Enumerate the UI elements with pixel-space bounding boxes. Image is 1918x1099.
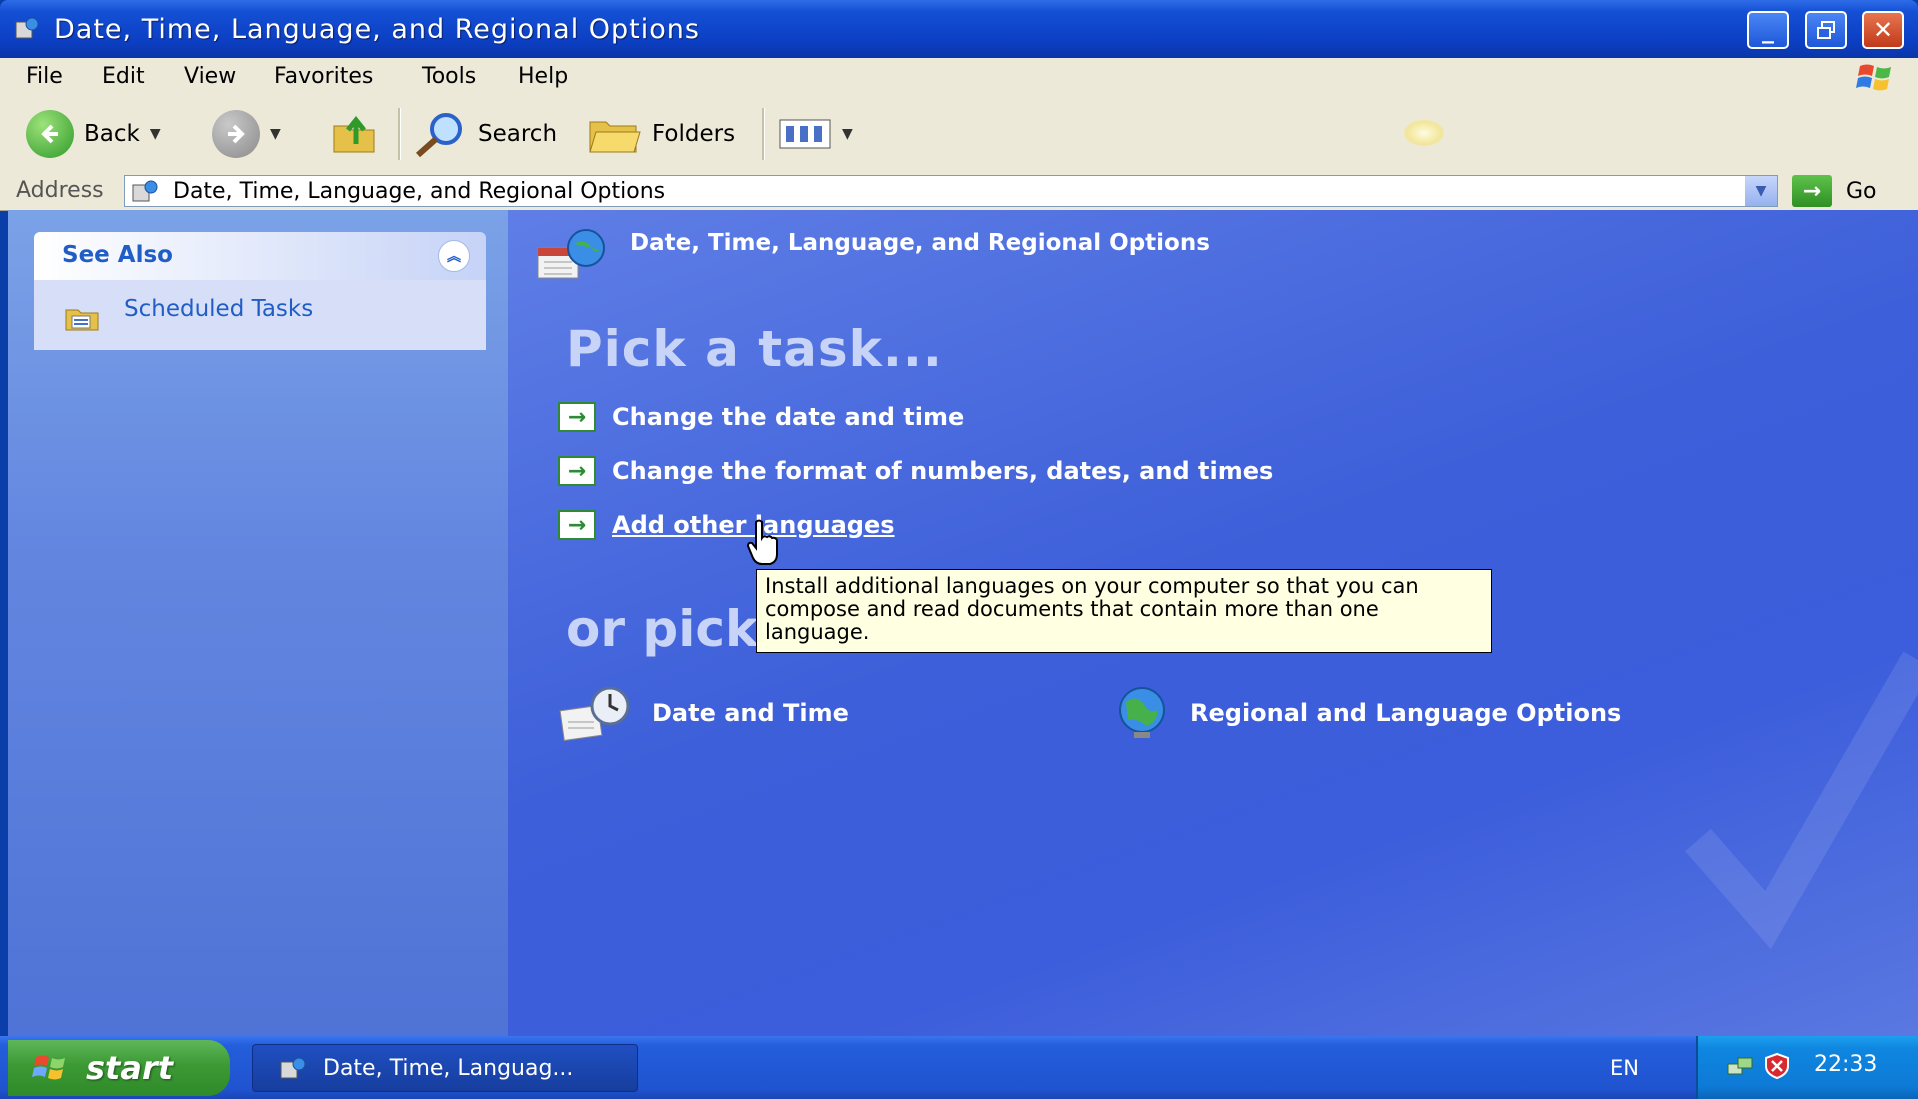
date-and-time-label: Date and Time <box>652 699 849 727</box>
task-arrow-icon: → <box>558 402 596 432</box>
menu-view[interactable]: View <box>184 64 236 89</box>
folders-button[interactable]: Folders <box>588 110 735 158</box>
clock: 22:33 <box>1814 1052 1878 1077</box>
menu-tools[interactable]: Tools <box>422 64 476 89</box>
address-value: Date, Time, Language, and Regional Optio… <box>173 179 666 204</box>
up-folder-button[interactable] <box>332 110 378 158</box>
task-add-other-languages[interactable]: → Add other languages <box>558 510 895 540</box>
views-dropdown-icon[interactable]: ▼ <box>842 126 853 142</box>
menu-edit[interactable]: Edit <box>102 64 145 89</box>
menu-favorites[interactable]: Favorites <box>274 64 373 89</box>
toolbar-separator <box>398 108 401 160</box>
see-also-box: See Also ︽ Scheduled Tasks <box>34 232 486 350</box>
regional-language-options-label: Regional and Language Options <box>1190 699 1622 727</box>
forward-arrow-icon <box>212 110 260 158</box>
back-arrow-icon <box>26 110 74 158</box>
restore-icon <box>1817 21 1835 39</box>
toolbar-separator <box>762 108 765 160</box>
date-time-language-icon <box>537 229 605 279</box>
menu-help[interactable]: Help <box>518 64 568 89</box>
date-and-time-link[interactable]: Date and Time <box>558 684 849 742</box>
folders-icon <box>589 121 641 153</box>
go-button[interactable]: → Go <box>1792 175 1877 207</box>
task-pane: See Also ︽ Scheduled Tasks <box>8 210 508 1036</box>
close-button[interactable]: ✕ <box>1862 11 1904 49</box>
category-title: Date, Time, Language, and Regional Optio… <box>630 230 1210 256</box>
language-indicator[interactable]: EN <box>1610 1056 1639 1080</box>
menu-bar: File Edit View Favorites Tools Help <box>0 58 1918 97</box>
date-time-icon <box>559 686 630 742</box>
see-also-body: Scheduled Tasks <box>34 280 486 350</box>
menu-file[interactable]: File <box>26 64 63 89</box>
back-button[interactable]: Back ▼ <box>26 110 161 158</box>
task-label: Change the format of numbers, dates, and… <box>612 457 1274 485</box>
up-folder-icon <box>333 115 375 153</box>
system-tray: 22:33 <box>1696 1036 1918 1099</box>
watermark-checkmark-icon <box>1685 651 1918 950</box>
task-arrow-icon: → <box>558 456 596 486</box>
screen-glare <box>1404 120 1444 146</box>
forward-button[interactable]: ▼ <box>212 110 281 158</box>
title-bar[interactable]: Date, Time, Language, and Regional Optio… <box>0 0 1918 58</box>
views-icon <box>779 119 831 149</box>
window-title: Date, Time, Language, and Regional Optio… <box>54 14 700 45</box>
search-button[interactable]: Search <box>412 110 557 158</box>
back-dropdown-icon[interactable]: ▼ <box>150 126 161 142</box>
start-button[interactable]: start <box>8 1040 230 1096</box>
see-also-header[interactable]: See Also ︽ <box>34 232 486 280</box>
network-icon[interactable] <box>1726 1054 1754 1078</box>
minimize-button[interactable]: _ <box>1747 11 1789 49</box>
control-panel-icon <box>132 180 158 202</box>
sidebar-item-scheduled-tasks[interactable]: Scheduled Tasks <box>124 296 313 322</box>
task-label: Change the date and time <box>612 403 965 431</box>
pick-a-task-heading: Pick a task... <box>566 320 943 378</box>
task-tooltip: Install additional languages on your com… <box>756 569 1492 653</box>
hand-cursor-icon <box>746 519 778 565</box>
control-panel-icon <box>15 17 39 39</box>
go-arrow-icon: → <box>1792 175 1832 207</box>
scheduled-tasks-icon <box>65 309 99 331</box>
task-change-date-time[interactable]: → Change the date and time <box>558 402 964 432</box>
views-button[interactable]: ▼ <box>778 110 853 158</box>
address-field[interactable]: Date, Time, Language, and Regional Optio… <box>124 175 1778 207</box>
globe-icon <box>1119 687 1165 738</box>
folders-label: Folders <box>652 121 736 147</box>
search-icon <box>416 113 462 157</box>
windows-logo-icon <box>1856 64 1891 91</box>
close-icon: ✕ <box>1872 16 1894 44</box>
toolbar: Back ▼ ▼ Search Folders ▼ <box>0 96 1918 173</box>
taskbar-window-label: Date, Time, Languag... <box>323 1055 574 1081</box>
address-bar: Address Date, Time, Language, and Region… <box>0 172 1918 211</box>
address-label: Address <box>16 178 104 203</box>
explorer-window: Date, Time, Language, and Regional Optio… <box>0 0 1918 1036</box>
minimize-icon: _ <box>1762 16 1774 44</box>
or-pick-heading: or pick <box>566 600 759 658</box>
back-label: Back <box>84 121 140 147</box>
collapse-chevron-icon[interactable]: ︽ <box>438 240 470 272</box>
control-panel-icon <box>280 1057 306 1079</box>
forward-dropdown-icon[interactable]: ▼ <box>270 126 281 142</box>
search-label: Search <box>478 121 558 147</box>
go-label: Go <box>1846 178 1877 204</box>
regional-language-options-link[interactable]: Regional and Language Options <box>1112 684 1621 742</box>
address-dropdown-icon[interactable]: ▼ <box>1745 176 1777 206</box>
security-shield-icon[interactable] <box>1764 1052 1790 1080</box>
start-label: start <box>86 1049 174 1087</box>
task-change-format[interactable]: → Change the format of numbers, dates, a… <box>558 456 1273 486</box>
taskbar: start Date, Time, Languag... EN 22:33 <box>0 1036 1918 1099</box>
windows-logo-icon <box>32 1055 65 1080</box>
restore-button[interactable] <box>1805 11 1847 49</box>
task-arrow-icon: → <box>558 510 596 540</box>
see-also-title: See Also <box>62 242 173 268</box>
taskbar-window-button[interactable]: Date, Time, Languag... <box>252 1044 638 1092</box>
